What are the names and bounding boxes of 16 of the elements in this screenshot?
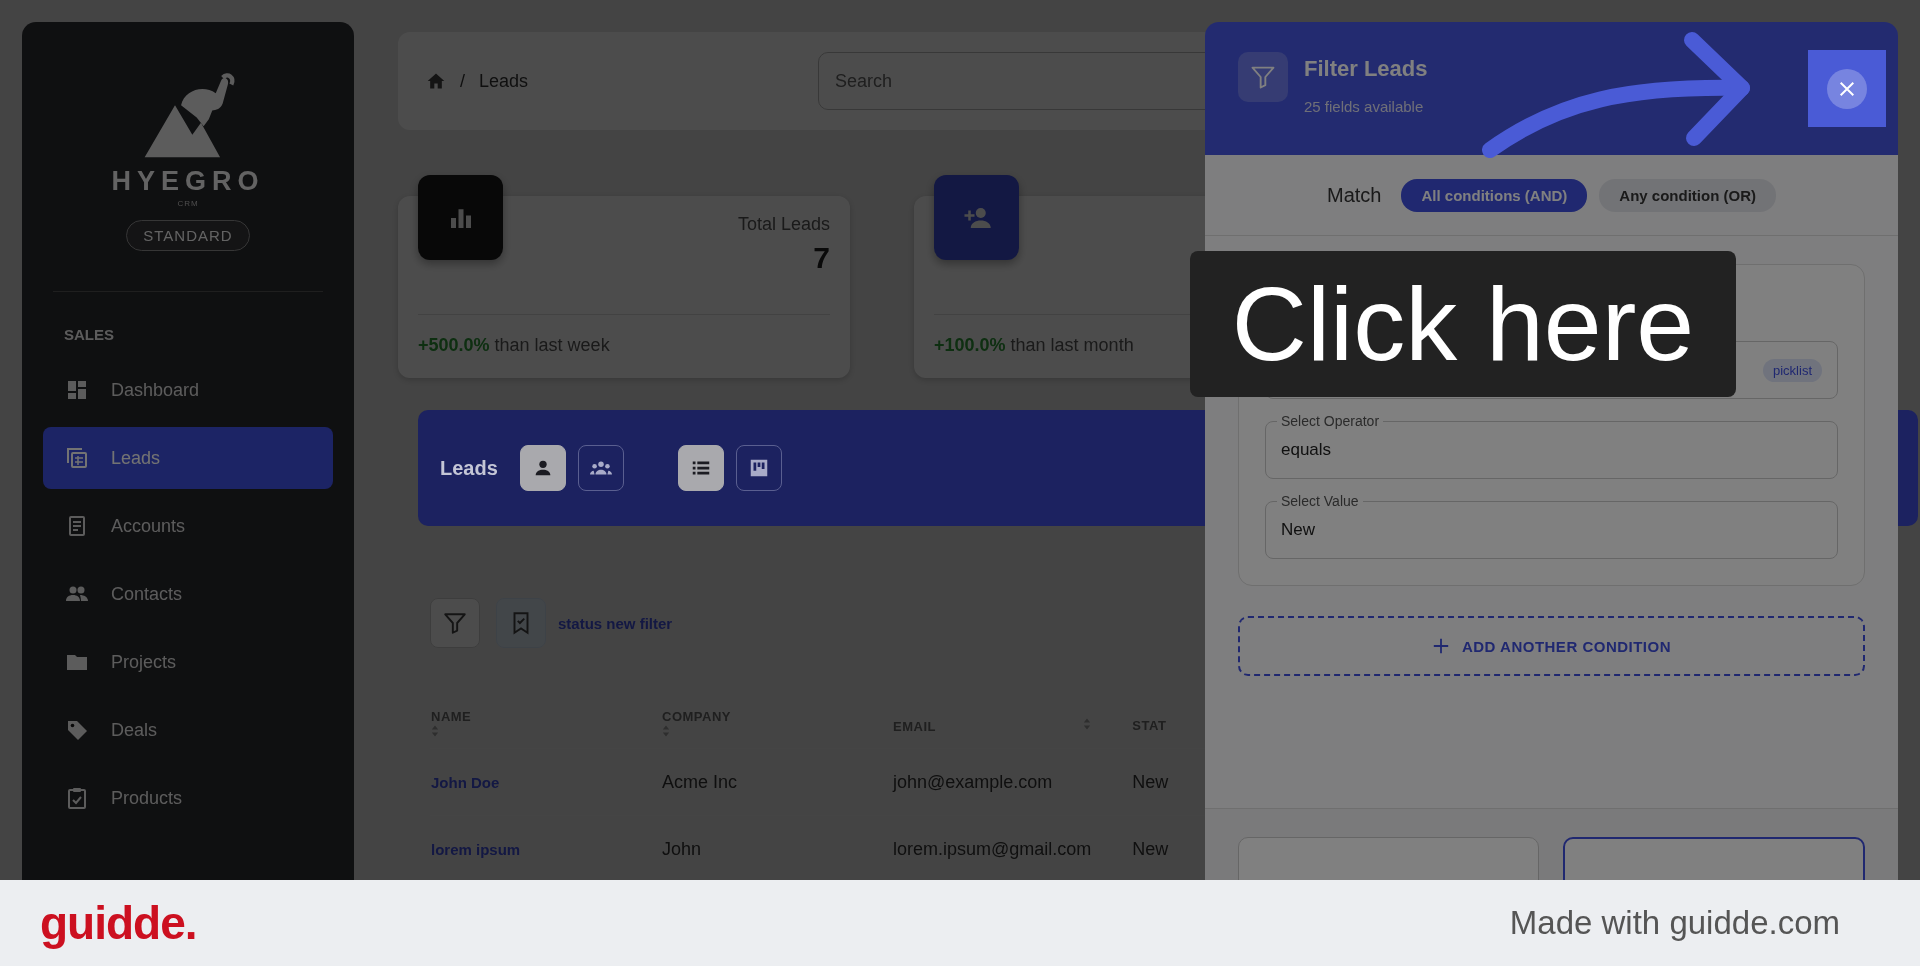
breadcrumb-separator: / bbox=[460, 70, 465, 92]
plan-badge: STANDARD bbox=[126, 220, 250, 251]
match-label: Match bbox=[1327, 183, 1382, 207]
stat-value: 7 bbox=[812, 241, 830, 275]
brand-subtitle: CRM bbox=[177, 199, 199, 208]
brand-name: HYEGRO bbox=[111, 166, 265, 197]
field-value: New bbox=[1281, 520, 1315, 540]
leads-title: Leads bbox=[440, 456, 498, 480]
breadcrumb-item: Leads bbox=[479, 70, 529, 92]
panel-subtitle: 25 fields available bbox=[1304, 98, 1425, 115]
field-type-tag: picklist bbox=[1763, 358, 1822, 382]
field-label: Select Operator bbox=[1277, 412, 1384, 430]
panel-title: Filter Leads bbox=[1304, 56, 1428, 82]
click-here-tooltip: Click here bbox=[1190, 251, 1736, 397]
section-heading: SALES bbox=[64, 326, 114, 343]
field-value: equals bbox=[1281, 440, 1332, 460]
